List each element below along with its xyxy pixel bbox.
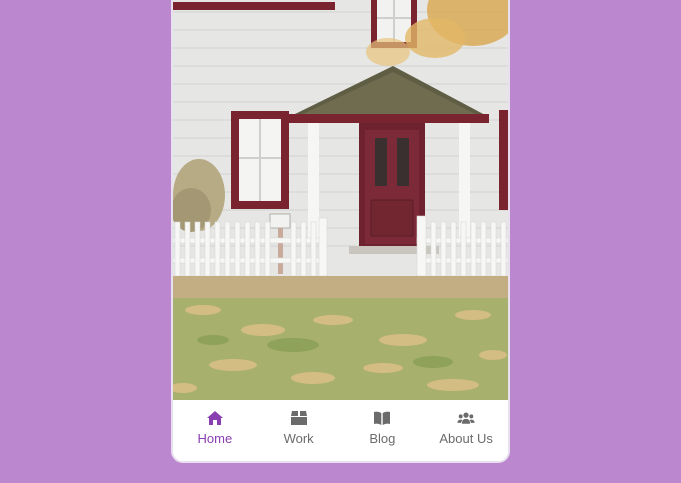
nav-item-work[interactable]: Work xyxy=(257,400,341,447)
box-icon xyxy=(290,410,308,426)
nav-item-home[interactable]: Home xyxy=(173,400,257,447)
nav-item-label: About Us xyxy=(439,431,493,446)
nav-item-blog[interactable]: Blog xyxy=(341,400,425,447)
nav-item-label: Home xyxy=(197,431,233,446)
nav-item-label: Blog xyxy=(369,431,396,446)
phone-frame: Home Work Blog About Us xyxy=(171,0,510,463)
hero-image xyxy=(173,0,508,400)
bottom-nav: Home Work Blog About Us xyxy=(173,400,508,461)
nav-item-label: Work xyxy=(283,431,314,446)
users-icon xyxy=(457,410,475,426)
book-icon xyxy=(373,410,391,426)
home-icon xyxy=(206,410,224,426)
nav-item-about-us[interactable]: About Us xyxy=(424,400,508,447)
